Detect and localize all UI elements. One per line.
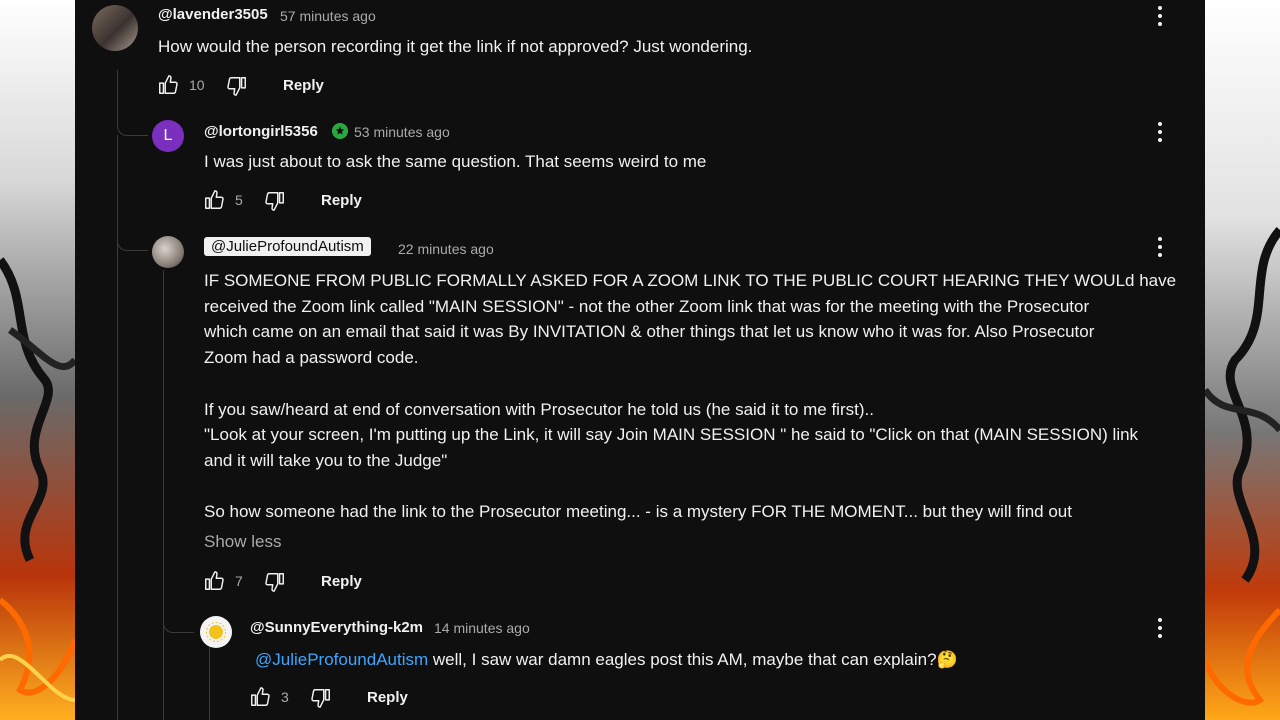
comment-text-line: Zoom had a password code. (204, 348, 419, 368)
comment-timestamp[interactable]: 22 minutes ago (398, 241, 494, 257)
comment-text: I was just about to ask the same questio… (204, 152, 707, 171)
reply-button[interactable]: Reply (321, 573, 362, 590)
like-count: 5 (235, 192, 243, 208)
dislike-icon[interactable] (264, 571, 286, 593)
avatar[interactable] (152, 236, 184, 268)
right-side-artwork (1205, 0, 1280, 720)
comment-text-line: and it will take you to the Judge" (204, 450, 448, 470)
like-count: 3 (281, 689, 289, 705)
reply-button[interactable]: Reply (367, 689, 408, 706)
comment-text-line: If you saw/heard at end of conversation … (204, 399, 874, 419)
like-count: 7 (235, 573, 243, 589)
comment-author[interactable]: @lortongirl5356 (204, 123, 318, 140)
more-options-icon[interactable] (1150, 616, 1170, 640)
thread-connector (117, 186, 148, 251)
like-icon[interactable] (203, 570, 225, 592)
like-count: 10 (189, 77, 205, 93)
comment-text-body: well, I saw war damn eagles post this AM… (428, 650, 937, 669)
thread-line (163, 270, 164, 720)
like-icon[interactable] (203, 189, 225, 211)
show-less-link[interactable]: Show less (204, 532, 281, 552)
comment-text-line: which came on an email that said it was … (204, 322, 1095, 342)
comment-text-line: received the Zoom link called "MAIN SESS… (204, 296, 1090, 316)
thread-connector (163, 566, 194, 633)
comments-panel: @lavender3505 57 minutes ago How would t… (75, 0, 1205, 720)
dislike-icon[interactable] (264, 190, 286, 212)
comment-timestamp[interactable]: 57 minutes ago (280, 8, 376, 24)
comment-author[interactable]: @SunnyEverything-k2m (250, 619, 423, 636)
comment-text: @JulieProfoundAutism well, I saw war dam… (255, 647, 958, 673)
comment-timestamp[interactable]: 53 minutes ago (354, 124, 450, 140)
dislike-icon[interactable] (310, 687, 332, 709)
reply-button[interactable]: Reply (283, 77, 324, 94)
more-options-icon[interactable] (1150, 120, 1170, 144)
left-side-artwork (0, 0, 75, 720)
like-icon[interactable] (157, 74, 179, 96)
thread-line (209, 646, 210, 720)
reply-button[interactable]: Reply (321, 192, 362, 209)
avatar[interactable]: L (152, 120, 184, 152)
dislike-icon[interactable] (226, 75, 248, 97)
verified-badge-icon (332, 123, 348, 139)
like-icon[interactable] (249, 686, 271, 708)
comment-text-line: "Look at your screen, I'm putting up the… (204, 425, 1139, 445)
more-options-icon[interactable] (1150, 235, 1170, 259)
channel-owner-badge[interactable]: @JulieProfoundAutism (204, 237, 371, 256)
comment-timestamp[interactable]: 14 minutes ago (434, 620, 530, 636)
sun-icon (206, 622, 226, 642)
comment-author[interactable]: @lavender3505 (158, 6, 268, 23)
comment-text-line: So how someone had the link to the Prose… (204, 502, 1072, 522)
thinking-emoji: 🤔 (936, 650, 958, 669)
more-options-icon[interactable] (1150, 4, 1170, 28)
avatar[interactable] (200, 616, 232, 648)
avatar[interactable] (92, 5, 138, 51)
comment-text: How would the person recording it get th… (158, 37, 753, 56)
thread-connector (117, 70, 148, 136)
comment-text-line: IF SOMEONE FROM PUBLIC FORMALLY ASKED FO… (204, 271, 1177, 290)
mention-link[interactable]: @JulieProfoundAutism (255, 650, 428, 669)
